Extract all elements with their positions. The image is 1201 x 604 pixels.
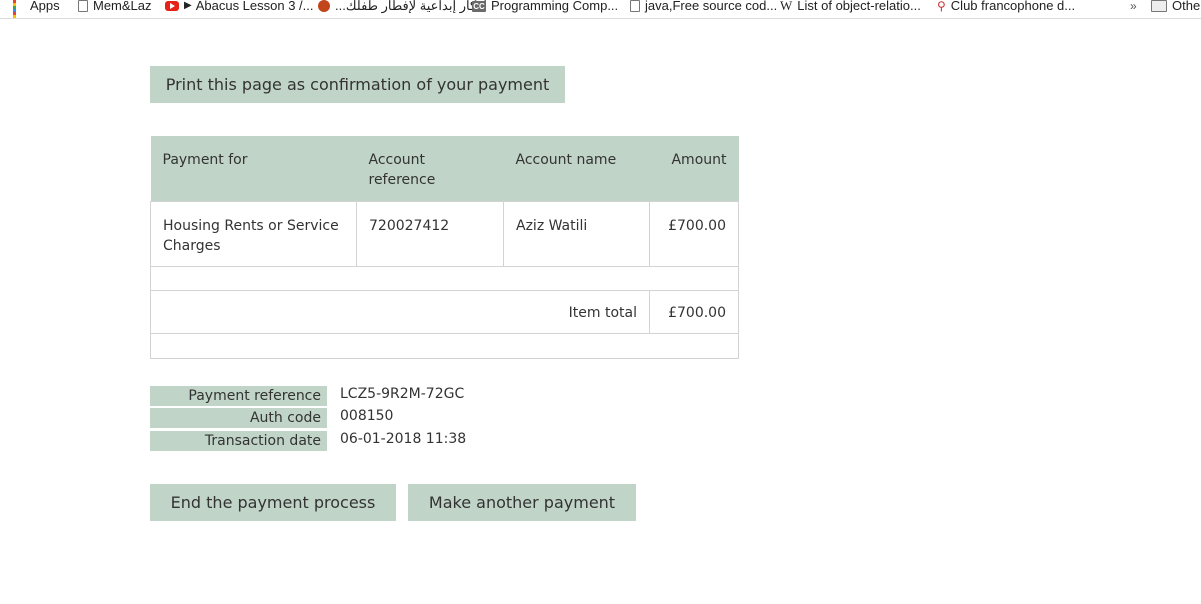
- end-payment-button[interactable]: End the payment process: [150, 484, 396, 521]
- print-confirmation-label: Print this page as confirmation of your …: [165, 75, 550, 94]
- cc-icon: CC: [472, 0, 486, 12]
- summary-row-payment-reference: Payment reference LCZ5-9R2M-72GC: [150, 386, 480, 406]
- bookmark-club[interactable]: ⚲ Club francophone d...: [937, 0, 1075, 15]
- summary-value: 06-01-2018 11:38: [340, 431, 467, 447]
- end-payment-label: End the payment process: [170, 493, 376, 512]
- bookmark-arabic[interactable]: أفكار إبداعية لإفطار طفلك...: [318, 0, 487, 15]
- summary-label: Payment reference: [150, 386, 327, 406]
- summary-label: Transaction date: [150, 431, 327, 451]
- bookmark-programming[interactable]: CC Programming Comp...: [472, 0, 618, 15]
- table-header-row: Payment for Account reference Account na…: [150, 136, 739, 202]
- bookmark-label: Abacus Lesson 3 /...: [195, 0, 314, 13]
- page-icon: [78, 0, 88, 12]
- bookmark-java[interactable]: java,Free source cod...: [630, 0, 777, 15]
- cell-amount: £700.00: [649, 201, 739, 267]
- summary-label: Auth code: [150, 408, 327, 428]
- bookmarks-overflow-button[interactable]: »: [1130, 0, 1137, 15]
- bookmark-memlaz[interactable]: Mem&Laz: [78, 0, 152, 15]
- bookmark-label: Programming Comp...: [491, 0, 619, 13]
- wikipedia-icon: W: [780, 0, 793, 13]
- play-icon: ▶: [184, 0, 192, 11]
- page-icon: [630, 0, 640, 12]
- item-total-row: Item total £700.00: [150, 290, 739, 334]
- table-spacer-row: [150, 266, 739, 291]
- bookmark-label: أفكار إبداعية لإفطار طفلك...: [335, 0, 487, 13]
- bookmark-label: Other: [1172, 0, 1201, 13]
- bookmark-label: Apps: [30, 0, 60, 13]
- cell-account-reference: 720027412: [356, 201, 504, 267]
- cell-payment-for: Housing Rents or Service Charges: [150, 201, 357, 267]
- column-header-account-reference: Account reference: [356, 136, 504, 202]
- summary-row-transaction-date: Transaction date 06-01-2018 11:38: [150, 431, 480, 451]
- bookmark-abacus[interactable]: ▶ Abacus Lesson 3 /...: [165, 0, 314, 15]
- bookmark-other[interactable]: Other: [1151, 0, 1201, 15]
- column-header-account-name: Account name: [503, 136, 650, 202]
- summary-row-auth-code: Auth code 008150: [150, 408, 480, 428]
- bookmark-label: Mem&Laz: [93, 0, 152, 13]
- orange-site-icon: [318, 0, 330, 12]
- column-header-amount: Amount: [649, 136, 739, 202]
- make-another-payment-label: Make another payment: [428, 493, 616, 512]
- bookmark-label: Club francophone d...: [950, 0, 1076, 13]
- chevron-icon: »: [1130, 0, 1137, 13]
- item-total-label: Item total: [150, 290, 650, 334]
- table-spacer-row: [150, 333, 739, 359]
- table-row: Housing Rents or Service Charges 7200274…: [150, 201, 739, 267]
- bookmarks-bar: Apps Mem&Laz ▶ Abacus Lesson 3 /... أفكا…: [0, 0, 1201, 19]
- summary-value: 008150: [340, 408, 394, 424]
- bookmark-label: List of object-relatio...: [797, 0, 921, 13]
- payment-table: Payment for Account reference Account na…: [150, 136, 739, 359]
- cell-account-name: Aziz Watili: [503, 201, 650, 267]
- make-another-payment-button[interactable]: Make another payment: [408, 484, 636, 521]
- column-header-payment-for: Payment for: [150, 136, 357, 202]
- item-total-value: £700.00: [649, 290, 739, 334]
- summary-value: LCZ5-9R2M-72GC: [340, 386, 465, 402]
- apps-grid-icon: [13, 0, 25, 18]
- bookmark-apps[interactable]: Apps: [13, 0, 60, 18]
- folder-icon: [1151, 0, 1167, 12]
- youtube-icon: [165, 1, 179, 11]
- bookmark-wikipedia[interactable]: W List of object-relatio...: [780, 0, 921, 15]
- print-confirmation-button[interactable]: Print this page as confirmation of your …: [150, 66, 565, 103]
- bookmark-label: java,Free source cod...: [645, 0, 778, 13]
- club-icon: ⚲: [937, 0, 946, 13]
